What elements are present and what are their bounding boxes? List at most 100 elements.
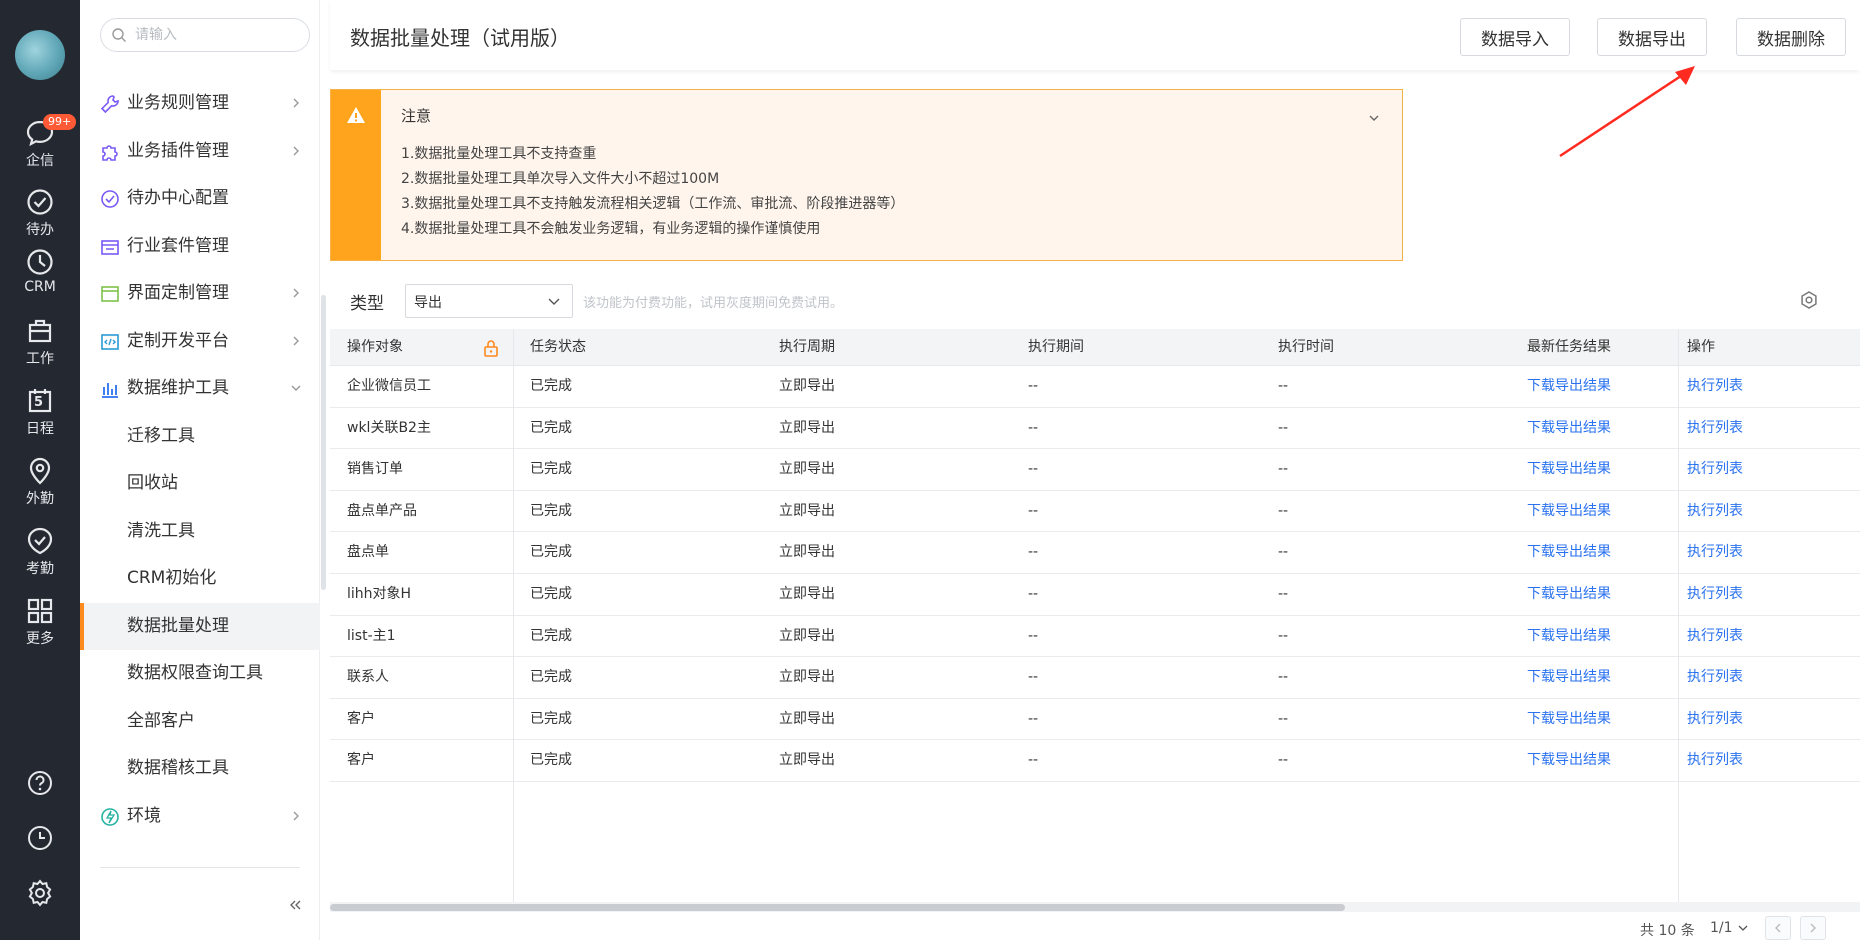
execution-list-link[interactable]: 执行列表 bbox=[1687, 752, 1743, 768]
cell-result: 下载导出结果 bbox=[1510, 740, 1611, 782]
sidebar-item-environment[interactable]: 环境 bbox=[80, 793, 320, 841]
execution-list-link[interactable]: 执行列表 bbox=[1687, 503, 1743, 519]
download-result-link[interactable]: 下载导出结果 bbox=[1527, 378, 1611, 394]
horizontal-scrollbar[interactable] bbox=[330, 902, 1860, 912]
download-result-link[interactable]: 下载导出结果 bbox=[1527, 586, 1611, 602]
sidebar-item-dev-platform[interactable]: 定制开发平台 bbox=[80, 318, 320, 366]
data-export-button[interactable]: 数据导出 bbox=[1597, 18, 1707, 56]
cell-action: 执行列表 bbox=[1670, 532, 1743, 574]
table-row: 盘点单产品 已完成 立即导出 -- -- 下载导出结果 执行列表 bbox=[330, 491, 1860, 533]
download-result-link[interactable]: 下载导出结果 bbox=[1527, 628, 1611, 644]
cell-action: 执行列表 bbox=[1670, 366, 1743, 408]
rail-item-more[interactable]: 更多 bbox=[0, 596, 80, 648]
type-filter-label: 类型 bbox=[350, 294, 384, 314]
cell-action: 执行列表 bbox=[1670, 574, 1743, 616]
cell-cycle: 立即导出 bbox=[779, 544, 835, 561]
download-result-link[interactable]: 下载导出结果 bbox=[1527, 752, 1611, 768]
sidebar-item-crm-init[interactable]: CRM初始化 bbox=[80, 555, 320, 603]
rail-item-work[interactable]: 工作 bbox=[0, 316, 80, 368]
cell-status: 已完成 bbox=[530, 627, 572, 644]
rail-label: 更多 bbox=[26, 631, 54, 647]
sidebar-item-business-rules[interactable]: 业务规则管理 bbox=[80, 80, 320, 128]
cell-status: 已完成 bbox=[530, 752, 572, 769]
sidebar-item-migration[interactable]: 迁移工具 bbox=[80, 413, 320, 461]
table-row: 客户 已完成 立即导出 -- -- 下载导出结果 执行列表 bbox=[330, 699, 1860, 741]
execution-list-link[interactable]: 执行列表 bbox=[1687, 544, 1743, 560]
chevron-right-icon bbox=[293, 288, 299, 298]
next-page-button[interactable] bbox=[1800, 916, 1826, 940]
paid-feature-hint: 该功能为付费功能，试用灰度期间免费试用。 bbox=[583, 296, 844, 311]
sidebar-item-recycle-bin[interactable]: 回收站 bbox=[80, 460, 320, 508]
execution-list-link[interactable]: 执行列表 bbox=[1687, 378, 1743, 394]
rail-item-todo[interactable]: 待办 bbox=[0, 187, 80, 239]
download-result-link[interactable]: 下载导出结果 bbox=[1527, 711, 1611, 727]
download-result-link[interactable]: 下载导出结果 bbox=[1527, 503, 1611, 519]
sidebar-item-batch-processing[interactable]: 数据批量处理 bbox=[80, 602, 320, 650]
help-icon[interactable] bbox=[25, 768, 55, 798]
download-result-link[interactable]: 下载导出结果 bbox=[1527, 461, 1611, 477]
cell-period: -- bbox=[1028, 502, 1039, 519]
collapse-sidebar-icon[interactable] bbox=[288, 898, 302, 912]
cell-time: -- bbox=[1278, 710, 1289, 727]
sidebar-item-todo-center[interactable]: 待办中心配置 bbox=[80, 175, 320, 223]
sidebar-item-data-maintenance[interactable]: 数据维护工具 bbox=[80, 365, 320, 413]
column-divider bbox=[1678, 329, 1679, 904]
rail-item-calendar[interactable]: 5 日程 bbox=[0, 386, 80, 438]
execution-list-link[interactable]: 执行列表 bbox=[1687, 420, 1743, 436]
rail-label: 企信 bbox=[26, 153, 54, 169]
sidebar-item-permission-query[interactable]: 数据权限查询工具 bbox=[80, 650, 320, 698]
rail-item-crm[interactable]: CRM bbox=[0, 247, 80, 295]
rail-item-field[interactable]: 外勤 bbox=[0, 456, 80, 508]
execution-list-link[interactable]: 执行列表 bbox=[1687, 711, 1743, 727]
type-select[interactable]: 导出 bbox=[405, 284, 573, 318]
sidebar-item-ui-custom[interactable]: 界面定制管理 bbox=[80, 270, 320, 318]
sidebar-search[interactable] bbox=[100, 18, 310, 52]
sidebar-item-data-audit[interactable]: 数据稽核工具 bbox=[80, 745, 320, 793]
wrench-icon bbox=[100, 95, 119, 114]
sidebar-item-all-customers[interactable]: 全部客户 bbox=[80, 698, 320, 746]
table-row: 联系人 已完成 立即导出 -- -- 下载导出结果 执行列表 bbox=[330, 657, 1860, 699]
sidebar-item-label: 界面定制管理 bbox=[127, 283, 229, 303]
sidebar-item-label: 定制开发平台 bbox=[127, 330, 229, 351]
sidebar-item-industry-suite[interactable]: 行业套件管理 bbox=[80, 223, 320, 271]
cell-object: wkl关联B2主 bbox=[347, 419, 431, 436]
lock-icon[interactable] bbox=[483, 339, 499, 357]
sidebar-item-business-plugins[interactable]: 业务插件管理 bbox=[80, 128, 320, 176]
execution-list-link[interactable]: 执行列表 bbox=[1687, 586, 1743, 602]
table-row: wkl关联B2主 已完成 立即导出 -- -- 下载导出结果 执行列表 bbox=[330, 408, 1860, 450]
history-icon[interactable] bbox=[25, 823, 55, 853]
environment-icon bbox=[101, 807, 119, 826]
execution-list-link[interactable]: 执行列表 bbox=[1687, 461, 1743, 477]
download-result-link[interactable]: 下载导出结果 bbox=[1527, 420, 1611, 436]
rail-item-messages[interactable]: 99+ 企信 bbox=[0, 114, 80, 170]
prev-page-button[interactable] bbox=[1765, 916, 1791, 940]
sidebar-item-label: 待办中心配置 bbox=[127, 188, 229, 208]
sidebar-scrollbar[interactable] bbox=[321, 295, 326, 590]
table-settings-icon[interactable] bbox=[1799, 290, 1819, 310]
execution-list-link[interactable]: 执行列表 bbox=[1687, 628, 1743, 644]
avatar[interactable] bbox=[15, 30, 65, 80]
rail-item-attendance[interactable]: 考勤 bbox=[0, 526, 80, 578]
suite-icon bbox=[101, 239, 119, 255]
data-delete-button[interactable]: 数据删除 bbox=[1736, 18, 1846, 56]
column-header-result: 最新任务结果 bbox=[1527, 339, 1611, 355]
type-select-value: 导出 bbox=[414, 295, 442, 311]
page-indicator[interactable]: 1/1 bbox=[1710, 920, 1733, 936]
sidebar-item-cleanup[interactable]: 清洗工具 bbox=[80, 508, 320, 556]
cell-cycle: 立即导出 bbox=[779, 710, 835, 727]
execution-list-link[interactable]: 执行列表 bbox=[1687, 669, 1743, 685]
pagination: 共 10 条 1/1 bbox=[330, 916, 1860, 940]
cell-time: -- bbox=[1278, 669, 1289, 686]
search-input[interactable] bbox=[135, 25, 295, 45]
download-result-link[interactable]: 下载导出结果 bbox=[1527, 669, 1611, 685]
download-result-link[interactable]: 下载导出结果 bbox=[1527, 544, 1611, 560]
data-import-button[interactable]: 数据导入 bbox=[1460, 18, 1570, 56]
cell-status: 已完成 bbox=[530, 502, 572, 519]
chevron-down-icon[interactable] bbox=[1368, 112, 1380, 124]
scrollbar-thumb[interactable] bbox=[330, 904, 1345, 911]
gear-icon[interactable] bbox=[25, 878, 55, 908]
cell-action: 执行列表 bbox=[1670, 491, 1743, 533]
cell-cycle: 立即导出 bbox=[779, 752, 835, 769]
chevron-down-icon[interactable] bbox=[1738, 924, 1748, 932]
cell-period: -- bbox=[1028, 710, 1039, 727]
